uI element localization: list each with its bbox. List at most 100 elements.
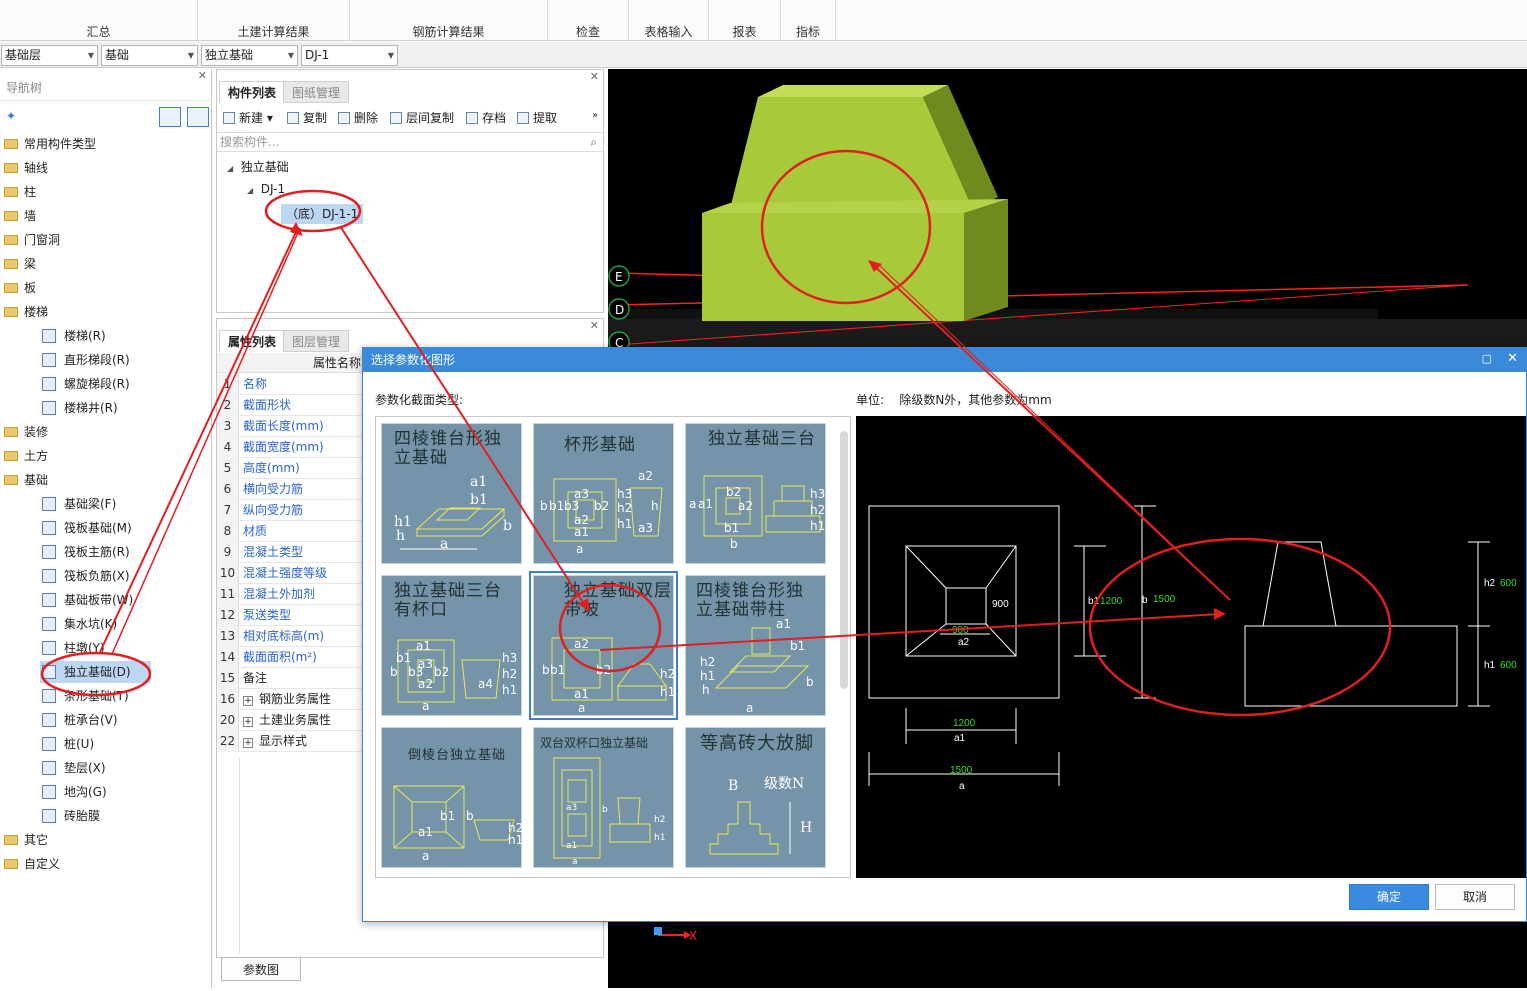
- nav-item[interactable]: 砖胎膜: [42, 805, 100, 827]
- tab-layer-management[interactable]: 图层管理: [283, 330, 350, 352]
- property-row[interactable]: 13 相对底标高(m): [217, 626, 363, 647]
- property-row[interactable]: 5 高度(mm): [217, 458, 363, 479]
- nav-item[interactable]: 基础梁(F): [42, 493, 116, 515]
- property-row[interactable]: 9 混凝土类型: [217, 542, 363, 563]
- nav-item[interactable]: 门窗洞: [4, 229, 60, 251]
- ribbon-group-rebar-results[interactable]: 钢筋计算结果: [350, 0, 548, 41]
- component-search-input[interactable]: 搜索构件... ⌕: [217, 132, 603, 152]
- property-row[interactable]: 11 混凝土外加剂: [217, 584, 363, 605]
- shape-thumb-pyramid-with-column[interactable]: a1 b1 h2 h1 h b a 四棱锥台形独立基础带柱: [685, 575, 826, 716]
- tree-child[interactable]: ◢ DJ-1: [247, 182, 285, 196]
- nav-item[interactable]: 柱墩(Y): [42, 637, 105, 659]
- tree-leaf-selected[interactable]: （底）DJ-1-1: [281, 204, 364, 224]
- nav-item[interactable]: 筏板负筋(X): [42, 565, 130, 587]
- ribbon-group-table-input[interactable]: 表格输入: [629, 0, 709, 41]
- detail-view-icon[interactable]: [187, 107, 209, 127]
- property-row[interactable]: 22 + 显示样式: [217, 731, 363, 752]
- property-row[interactable]: 7 纵向受力筋: [217, 500, 363, 521]
- nav-item[interactable]: 柱: [4, 181, 36, 203]
- nav-item[interactable]: 垫层(X): [42, 757, 106, 779]
- ribbon-group-summary[interactable]: 汇总: [0, 0, 198, 41]
- nav-item[interactable]: 楼梯: [4, 301, 48, 323]
- new-button[interactable]: 新建 ▾: [223, 108, 273, 128]
- nav-item[interactable]: 楼梯井(R): [42, 397, 118, 419]
- shape-thumb-inverted-frustum[interactable]: b1 a1 b h2 h1 a 倒棱台独立基础: [381, 727, 523, 868]
- floor-copy-button[interactable]: 层间复制: [390, 108, 454, 128]
- nav-item[interactable]: 板: [4, 277, 36, 299]
- property-row[interactable]: 3 截面长度(mm): [217, 416, 363, 437]
- add-icon[interactable]: ✦: [6, 109, 16, 123]
- close-icon[interactable]: ✕: [590, 319, 599, 332]
- property-row[interactable]: 1 名称: [217, 374, 363, 395]
- param-diagram-button[interactable]: 参数图: [221, 957, 301, 981]
- expand-icon[interactable]: +: [243, 696, 253, 706]
- property-row[interactable]: 16 + 钢筋业务属性: [217, 689, 363, 710]
- category-select[interactable]: 基础 ▼: [101, 45, 198, 66]
- nav-item[interactable]: 筏板主筋(R): [42, 541, 130, 563]
- shape-thumb-brick-footing[interactable]: B 级数N H 等高砖大放脚: [685, 727, 826, 868]
- close-icon[interactable]: ✕: [1507, 351, 1518, 366]
- nav-item[interactable]: 轴线: [4, 157, 48, 179]
- list-view-icon[interactable]: [159, 107, 181, 127]
- ribbon-group-index[interactable]: 指标: [781, 0, 836, 41]
- shape-thumb-cup-foundation[interactable]: a2 a3 b b1 b3 b2 a2 a1 a h3 h2 h1 h a3 杯…: [533, 423, 674, 564]
- property-row[interactable]: 4 截面宽度(mm): [217, 437, 363, 458]
- scrollbar[interactable]: [840, 431, 848, 689]
- nav-item[interactable]: 条形基础(T): [42, 685, 129, 707]
- nav-item[interactable]: 直形梯段(R): [42, 349, 130, 371]
- tab-component-list[interactable]: 构件列表: [219, 81, 286, 103]
- tab-property-list[interactable]: 属性列表: [219, 330, 286, 352]
- floor-select[interactable]: 基础层 ▼: [1, 45, 98, 66]
- component-icon: [42, 808, 56, 823]
- property-row[interactable]: 15 备注: [217, 668, 363, 689]
- chevron-down-icon: ▼: [87, 51, 94, 60]
- nav-item[interactable]: 桩承台(V): [42, 709, 118, 731]
- nav-item[interactable]: 墙: [4, 205, 36, 227]
- nav-item[interactable]: 其它: [4, 829, 48, 851]
- nav-item[interactable]: 梁: [4, 253, 36, 275]
- maximize-icon[interactable]: ▢: [1482, 352, 1492, 365]
- shape-thumb-pyramid-foundation[interactable]: a1 b1 h1 h a b 四棱锥台形独立基础: [381, 423, 522, 564]
- archive-button[interactable]: 存档: [466, 108, 506, 128]
- property-row[interactable]: 10 混凝土强度等级: [217, 563, 363, 584]
- nav-item[interactable]: 楼梯(R): [42, 325, 106, 347]
- tree-root[interactable]: ◢ 独立基础: [227, 158, 289, 175]
- property-row[interactable]: 8 材质: [217, 521, 363, 542]
- ok-button[interactable]: 确定: [1349, 884, 1429, 910]
- copy-button[interactable]: 复制: [287, 108, 327, 128]
- expand-icon[interactable]: +: [243, 738, 253, 748]
- tab-drawing-management[interactable]: 图纸管理: [283, 81, 350, 103]
- property-row[interactable]: 20 + 土建业务属性: [217, 710, 363, 731]
- shape-thumb-double-cup[interactable]: a3 a1 b h2 h1 a 双台双杯口独立基础: [533, 727, 674, 868]
- nav-item[interactable]: 装修: [4, 421, 48, 443]
- shape-thumb-three-tier-cup[interactable]: a1 a3 a2 b1 b b3 b2 a4 h3 h2 h1 a 独立基础三台…: [381, 575, 522, 716]
- more-icon[interactable]: »: [592, 110, 598, 121]
- property-row[interactable]: 2 截面形状: [217, 395, 363, 416]
- ribbon-group-check[interactable]: 检查: [548, 0, 629, 41]
- property-row[interactable]: 6 横向受力筋: [217, 479, 363, 500]
- cancel-button[interactable]: 取消: [1435, 884, 1515, 910]
- nav-item[interactable]: 地沟(G): [42, 781, 107, 803]
- nav-item[interactable]: 集水坑(K): [42, 613, 117, 635]
- nav-item[interactable]: 筏板基础(M): [42, 517, 132, 539]
- nav-item[interactable]: 基础板带(W): [42, 589, 133, 611]
- component-select[interactable]: DJ-1 ▼: [301, 45, 398, 66]
- nav-item[interactable]: 螺旋梯段(R): [42, 373, 130, 395]
- shape-thumb-three-tier[interactable]: a a1 b2 a2 b1 b h3 h2 h1 独立基础三台: [685, 423, 826, 564]
- expand-icon[interactable]: +: [243, 717, 253, 727]
- nav-item[interactable]: 桩(U): [42, 733, 94, 755]
- type-select[interactable]: 独立基础 ▼: [201, 45, 298, 66]
- nav-item[interactable]: 常用构件类型: [4, 133, 96, 155]
- nav-item[interactable]: 基础: [4, 469, 48, 491]
- delete-button[interactable]: 删除: [338, 108, 378, 128]
- nav-item[interactable]: 独立基础(D): [40, 661, 151, 683]
- shape-thumb-double-slope[interactable]: a2 b1 b b2 a1 a h2 h1 独立基础双层带坡: [529, 571, 678, 720]
- close-icon[interactable]: ✕: [590, 70, 599, 83]
- extract-button[interactable]: 提取: [517, 108, 557, 128]
- nav-item[interactable]: 自定义: [4, 853, 60, 875]
- ribbon-group-report[interactable]: 报表: [709, 0, 781, 41]
- property-row[interactable]: 14 截面面积(m²): [217, 647, 363, 668]
- nav-item[interactable]: 土方: [4, 445, 48, 467]
- ribbon-group-civil-results[interactable]: 土建计算结果: [198, 0, 350, 41]
- property-row[interactable]: 12 泵送类型: [217, 605, 363, 626]
